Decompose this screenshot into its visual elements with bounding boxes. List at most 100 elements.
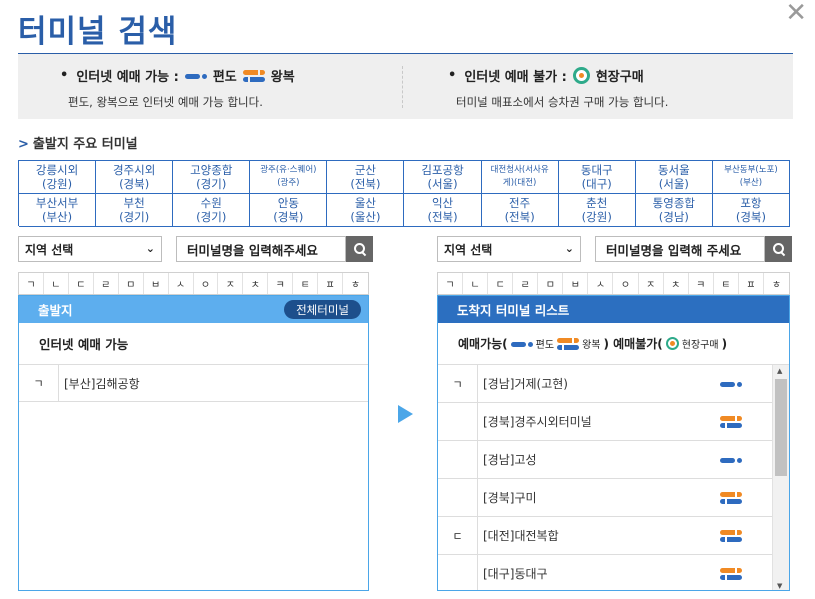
list-item[interactable]: ㄱ [경남]거제(고현) (438, 365, 772, 403)
terminal-name[interactable]: [경남]고성 (478, 441, 772, 478)
major-terminal-cell[interactable]: 울산 (울산) (327, 194, 405, 227)
consonant-label: ㄱ (19, 365, 59, 401)
consonant-tab[interactable]: ㅁ (119, 273, 144, 294)
terminal-name[interactable]: [경남]거제(고현) (478, 365, 772, 402)
consonant-tab[interactable]: ㅋ (268, 273, 294, 294)
scroll-down-icon[interactable]: ▼ (777, 582, 782, 590)
consonant-tab[interactable]: ㅇ (194, 273, 219, 294)
major-terminal-cell[interactable]: 고양종합 (경기) (173, 161, 251, 194)
major-terminal-cell[interactable]: 김포공항 (서울) (404, 161, 482, 194)
major-terminals-grid: 강릉시외 (강원) 경주시외 (경북) 고양종합 (경기) 광주(유·스퀘어) … (18, 160, 790, 227)
oneway-icon (720, 455, 742, 465)
consonant-tab[interactable]: ㅅ (588, 273, 614, 294)
consonant-tab[interactable]: ㄱ (438, 273, 464, 294)
arrival-region-select[interactable]: 지역 선택 ⌄ (437, 236, 581, 262)
consonant-tab[interactable]: ㄹ (513, 273, 539, 294)
oneway-label: 편도 (212, 70, 237, 85)
bullet: • (448, 68, 457, 83)
consonant-tab[interactable]: ㅍ (739, 273, 764, 294)
chevron-right-icon: > (18, 137, 29, 152)
list-item[interactable]: ㄷ [대전]대전복합 (438, 517, 772, 555)
arrival-region-value: 지역 선택 (444, 242, 493, 257)
page-title: 터미널 검색 (18, 14, 178, 50)
arrival-header-label: 도착지 터미널 리스트 (457, 303, 570, 318)
terminal-name[interactable]: [부산]김해공항 (59, 365, 368, 401)
roundtrip-icon (557, 337, 580, 351)
major-terminal-cell[interactable]: 광주(유·스퀘어) (광주) (250, 161, 328, 194)
major-terminal-cell[interactable]: 경주시외 (경북) (96, 161, 174, 194)
major-terminal-cell[interactable]: 통영종합 (경남) (635, 194, 713, 227)
consonant-tab[interactable]: ㅊ (664, 273, 689, 294)
consonant-tab[interactable]: ㅌ (293, 273, 319, 294)
terminal-label: [경북]구미 (483, 491, 537, 505)
consonant-tab[interactable]: ㅈ (639, 273, 664, 294)
consonant-tab[interactable]: ㄱ (19, 273, 44, 294)
major-terminal-cell[interactable]: 부산동부(노포) (부산) (712, 161, 790, 194)
major-terminal-cell[interactable]: 전주 (전북) (481, 194, 559, 227)
terminal-name[interactable]: [대구]동대구 (478, 555, 772, 590)
info-divider (402, 66, 403, 108)
consonant-tab[interactable]: ㅊ (243, 273, 269, 294)
consonant-tab[interactable]: ㅌ (714, 273, 739, 294)
bullet: • (60, 68, 69, 83)
terminal-name[interactable]: [경북]경주시외터미널 (478, 403, 772, 440)
close-icon[interactable]: ✕ (785, 0, 807, 26)
consonant-tab[interactable]: ㅍ (318, 273, 344, 294)
consonant-tab[interactable]: ㅎ (343, 273, 368, 294)
roundtrip-icon (720, 567, 742, 581)
consonant-tab[interactable]: ㄹ (94, 273, 119, 294)
major-terminal-cell[interactable]: 안동 (경북) (250, 194, 328, 227)
consonant-tab[interactable]: ㅁ (538, 273, 564, 294)
legend-row: 예매가능( 편도 왕복 ) 예매불가( 현장구매 ) (438, 323, 789, 365)
all-terminals-button[interactable]: 전체터미널 (284, 300, 361, 319)
departure-search-button[interactable] (346, 236, 373, 262)
consonant-tab[interactable]: ㄷ (69, 273, 94, 294)
scroll-up-icon[interactable]: ▲ (777, 367, 782, 375)
list-item[interactable]: [대구]동대구 (438, 555, 772, 590)
consonant-tab[interactable]: ㄴ (44, 273, 69, 294)
major-terminal-cell[interactable]: 포항 (경북) (712, 194, 790, 227)
list-scrollbar[interactable]: ▲ ▼ (772, 365, 789, 590)
departure-region-select[interactable]: 지역 선택 ⌄ (18, 236, 162, 262)
scroll-thumb[interactable] (775, 379, 787, 476)
consonant-tab[interactable]: ㅎ (764, 273, 789, 294)
major-terminal-cell[interactable]: 부산서부 (부산) (19, 194, 97, 227)
major-terminal-cell[interactable]: 군산 (전북) (327, 161, 405, 194)
terminal-name[interactable]: [경북]구미 (478, 479, 772, 516)
arrival-search-input[interactable]: 터미널명을 입력해 주세요 (595, 236, 765, 262)
consonant-tab[interactable]: ㄷ (488, 273, 514, 294)
consonant-tab[interactable]: ㅋ (689, 273, 714, 294)
consonant-tab[interactable]: ㅅ (169, 273, 194, 294)
consonant-tab[interactable]: ㅂ (563, 273, 589, 294)
major-terminals-label: 출발지 주요 터미널 (32, 137, 138, 152)
onsite-label: 현장구매 (595, 70, 644, 85)
major-terminal-cell[interactable]: 부천 (경기) (96, 194, 174, 227)
chevron-down-icon: ⌄ (564, 242, 574, 255)
arrival-search-button[interactable] (765, 236, 792, 262)
major-terminal-cell[interactable]: 동대구 (대구) (558, 161, 636, 194)
terminal-name[interactable]: [대전]대전복합 (478, 517, 772, 554)
legend-unavailable-label: ) 예매불가( (603, 337, 663, 351)
list-item[interactable]: [경북]구미 (438, 479, 772, 517)
list-item[interactable]: [경남]고성 (438, 441, 772, 479)
major-terminal-cell[interactable]: 익산 (전북) (404, 194, 482, 227)
list-item[interactable]: [경북]경주시외터미널 (438, 403, 772, 441)
list-item[interactable]: ㄱ [부산]김해공항 (19, 365, 368, 402)
consonant-tab[interactable]: ㅈ (218, 273, 244, 294)
consonant-tab[interactable]: ㅂ (144, 273, 169, 294)
consonant-tab[interactable]: ㅇ (613, 273, 639, 294)
consonant-label (438, 555, 478, 590)
oneway-icon (510, 339, 533, 349)
major-terminal-cell[interactable]: 춘천 (강원) (558, 194, 636, 227)
major-terminal-cell[interactable]: 수원 (경기) (173, 194, 251, 227)
onsite-purchase-icon (665, 337, 679, 350)
major-terminal-cell[interactable]: 동서울 (서울) (635, 161, 713, 194)
departure-search-input[interactable]: 터미널명을 입력해주세요 (176, 236, 346, 262)
onsite-purchase-icon (572, 67, 590, 84)
major-terminal-cell[interactable]: 대전청사(서사유 게)(대전) (481, 161, 559, 194)
departure-header-label: 출발지 (38, 303, 73, 318)
consonant-label (438, 403, 478, 440)
major-terminal-cell[interactable]: 강릉시외 (강원) (19, 161, 97, 194)
consonant-tab[interactable]: ㄴ (463, 273, 489, 294)
consonant-label: ㄷ (438, 517, 478, 554)
